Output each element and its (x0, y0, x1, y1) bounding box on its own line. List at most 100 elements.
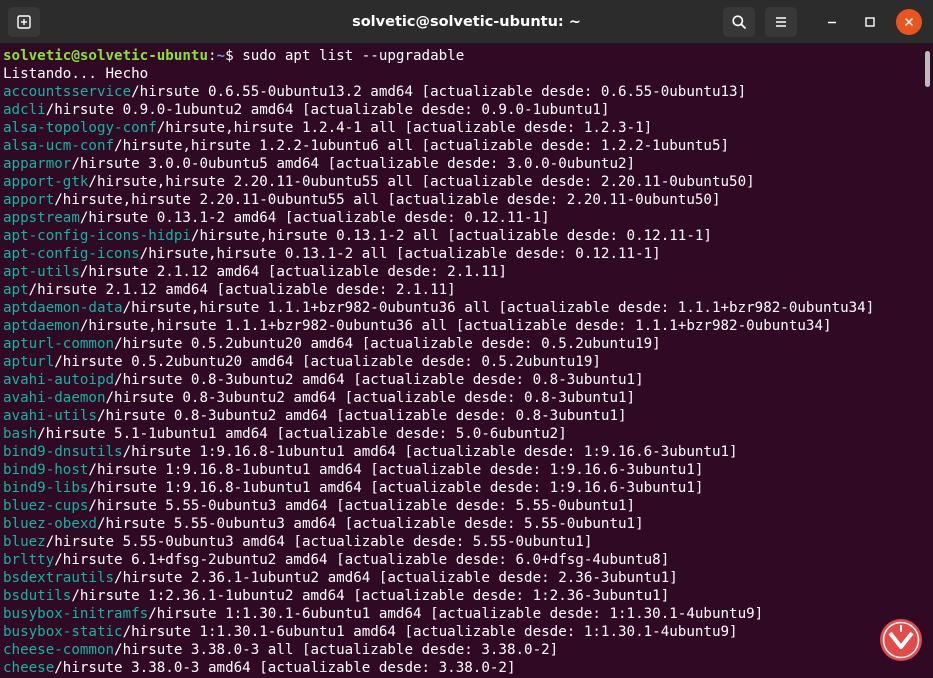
package-info: /hirsute 5.55-0ubuntu3 amd64 [actualizab… (45, 534, 593, 550)
package-info: /hirsute 1:9.16.8-1ubuntu1 amd64 [actual… (122, 444, 738, 460)
package-info: /hirsute,hirsute 2.20.11-0ubuntu55 all [… (88, 174, 755, 190)
maximize-icon (865, 17, 875, 27)
package-line: apt-config-icons-hidpi/hirsute,hirsute 0… (3, 227, 922, 245)
package-info: /hirsute 1:2.36.1-1ubuntu2 amd64 [actual… (71, 588, 670, 604)
package-name: busybox-initramfs (3, 606, 149, 622)
package-name: bind9-dnsutils (3, 444, 123, 460)
package-list: accountsservice/hirsute 0.6.55-0ubuntu13… (3, 83, 922, 677)
package-info: /hirsute,hirsute 1.1.1+bzr982-0ubuntu36 … (79, 318, 832, 334)
package-line: bsdextrautils/hirsute 2.36.1-1ubuntu2 am… (3, 569, 922, 587)
prompt-user: solvetic@solvetic-ubuntu (3, 48, 208, 64)
package-info: /hirsute 1:1.30.1-6ubuntu1 amd64 [actual… (122, 624, 738, 640)
scrollbar-thumb[interactable] (925, 51, 930, 87)
package-name: apport-gtk (3, 174, 89, 190)
package-line: avahi-daemon/hirsute 0.8-3ubuntu2 amd64 … (3, 389, 922, 407)
package-name: busybox-static (3, 624, 123, 640)
package-info: /hirsute 0.5.2ubuntu20 amd64 [actualizab… (114, 336, 661, 352)
prompt-separator: : (208, 48, 217, 64)
package-info: /hirsute 0.6.55-0ubuntu13.2 amd64 [actua… (131, 84, 747, 100)
package-line: bluez-cups/hirsute 5.55-0ubuntu3 amd64 [… (3, 497, 922, 515)
hamburger-menu-icon (776, 17, 786, 27)
package-line: aptdaemon-data/hirsute,hirsute 1.1.1+bzr… (3, 299, 922, 317)
package-name: accountsservice (3, 84, 132, 100)
package-info: /hirsute,hirsute 1.1.1+bzr982-0ubuntu36 … (122, 300, 875, 316)
terminal-output[interactable]: solvetic@solvetic-ubuntu:~$ sudo apt lis… (0, 45, 922, 678)
package-line: busybox-static/hirsute 1:1.30.1-6ubuntu1… (3, 623, 922, 641)
package-info: /hirsute 2.1.12 amd64 [actualizable desd… (79, 264, 507, 280)
package-name: brltty (3, 552, 55, 568)
package-info: /hirsute 3.0.0-0ubuntu5 amd64 [actualiza… (71, 156, 636, 172)
package-name: apturl (3, 354, 55, 370)
package-line: bluez/hirsute 5.55-0ubuntu3 amd64 [actua… (3, 533, 922, 551)
status-line: Listando... Hecho (3, 66, 149, 82)
package-info: /hirsute 5.55-0ubuntu3 amd64 [actualizab… (88, 498, 636, 514)
package-info: /hirsute 0.8-3ubuntu2 amd64 [actualizabl… (105, 390, 636, 406)
minimize-button[interactable] (818, 8, 846, 36)
package-info: /hirsute 2.36.1-1ubuntu2 amd64 [actualiz… (114, 570, 678, 586)
package-info: /hirsute 1:1.30.1-6ubuntu1 amd64 [actual… (148, 606, 764, 622)
solvetic-logo (880, 619, 922, 661)
package-name: apport (3, 192, 55, 208)
search-button[interactable] (723, 7, 755, 37)
package-line: bluez-obexd/hirsute 5.55-0ubuntu3 amd64 … (3, 515, 922, 533)
package-info: /hirsute 0.13.1-2 amd64 [actualizable de… (79, 210, 550, 226)
package-info: /hirsute 0.9.0-1ubuntu2 amd64 [actualiza… (45, 102, 610, 118)
package-name: bluez-obexd (3, 516, 97, 532)
package-line: appstream/hirsute 0.13.1-2 amd64 [actual… (3, 209, 922, 227)
package-info: /hirsute 0.8-3ubuntu2 amd64 [actualizabl… (96, 408, 627, 424)
package-line: alsa-ucm-conf/hirsute,hirsute 1.2.2-1ubu… (3, 137, 922, 155)
package-name: apt-utils (3, 264, 80, 280)
package-name: bluez (3, 534, 46, 550)
package-name: aptdaemon-data (3, 300, 123, 316)
menu-button[interactable] (765, 7, 797, 37)
package-name: bsdutils (3, 588, 72, 604)
title-bar: solvetic@solvetic-ubuntu: ~ (0, 0, 933, 44)
prompt-symbol: $ (225, 48, 243, 64)
search-icon (732, 15, 746, 29)
package-name: bash (3, 426, 38, 442)
close-button[interactable] (896, 9, 922, 35)
package-name: alsa-topology-conf (3, 120, 157, 136)
package-info: /hirsute,hirsute 1.2.4-1 all [actualizab… (156, 120, 653, 136)
command-text: sudo apt list --upgradable (242, 48, 465, 64)
package-name: cheese-common (3, 642, 115, 658)
package-info: /hirsute,hirsute 2.20.11-0ubuntu55 all [… (54, 192, 721, 208)
package-line: bind9-dnsutils/hirsute 1:9.16.8-1ubuntu1… (3, 443, 922, 461)
package-info: /hirsute,hirsute 0.13.1-2 all [actualiza… (190, 228, 712, 244)
package-line: apt-utils/hirsute 2.1.12 amd64 [actualiz… (3, 263, 922, 281)
package-info: /hirsute 3.38.0-3 all [actualizable desd… (114, 642, 559, 658)
package-name: avahi-daemon (3, 390, 106, 406)
package-name: avahi-autoipd (3, 372, 115, 388)
package-name: alsa-ucm-conf (3, 138, 115, 154)
package-info: /hirsute,hirsute 0.13.1-2 all [actualiza… (139, 246, 661, 262)
package-name: apturl-common (3, 336, 115, 352)
package-name: apt (3, 282, 29, 298)
package-line: adcli/hirsute 0.9.0-1ubuntu2 amd64 [actu… (3, 101, 922, 119)
package-name: bind9-host (3, 462, 89, 478)
package-info: /hirsute 2.1.12 amd64 [actualizable desd… (28, 282, 456, 298)
package-info: /hirsute 5.55-0ubuntu3 amd64 [actualizab… (96, 516, 644, 532)
package-line: cheese-common/hirsute 3.38.0-3 all [actu… (3, 641, 922, 659)
package-line: apt/hirsute 2.1.12 amd64 [actualizable d… (3, 281, 922, 299)
package-line: alsa-topology-conf/hirsute,hirsute 1.2.4… (3, 119, 922, 137)
close-icon (904, 17, 914, 27)
scrollbar[interactable] (922, 45, 933, 678)
package-name: avahi-utils (3, 408, 97, 424)
package-line: apport/hirsute,hirsute 2.20.11-0ubuntu55… (3, 191, 922, 209)
package-info: /hirsute 5.1-1ubuntu1 amd64 [actualizabl… (37, 426, 567, 442)
package-line: busybox-initramfs/hirsute 1:1.30.1-6ubun… (3, 605, 922, 623)
package-line: apport-gtk/hirsute,hirsute 2.20.11-0ubun… (3, 173, 922, 191)
package-name: bsdextrautils (3, 570, 115, 586)
package-line: avahi-utils/hirsute 0.8-3ubuntu2 amd64 [… (3, 407, 922, 425)
package-line: apt-config-icons/hirsute,hirsute 0.13.1-… (3, 245, 922, 263)
maximize-button[interactable] (856, 8, 884, 36)
package-line: apparmor/hirsute 3.0.0-0ubuntu5 amd64 [a… (3, 155, 922, 173)
package-line: aptdaemon/hirsute,hirsute 1.1.1+bzr982-0… (3, 317, 922, 335)
package-line: brltty/hirsute 6.1+dfsg-2ubuntu2 amd64 [… (3, 551, 922, 569)
package-name: aptdaemon (3, 318, 80, 334)
package-line: avahi-autoipd/hirsute 0.8-3ubuntu2 amd64… (3, 371, 922, 389)
package-name: apt-config-icons-hidpi (3, 228, 191, 244)
package-line: bash/hirsute 5.1-1ubuntu1 amd64 [actuali… (3, 425, 922, 443)
package-line: accountsservice/hirsute 0.6.55-0ubuntu13… (3, 83, 922, 101)
package-info: /hirsute 0.8-3ubuntu2 amd64 [actualizabl… (114, 372, 644, 388)
